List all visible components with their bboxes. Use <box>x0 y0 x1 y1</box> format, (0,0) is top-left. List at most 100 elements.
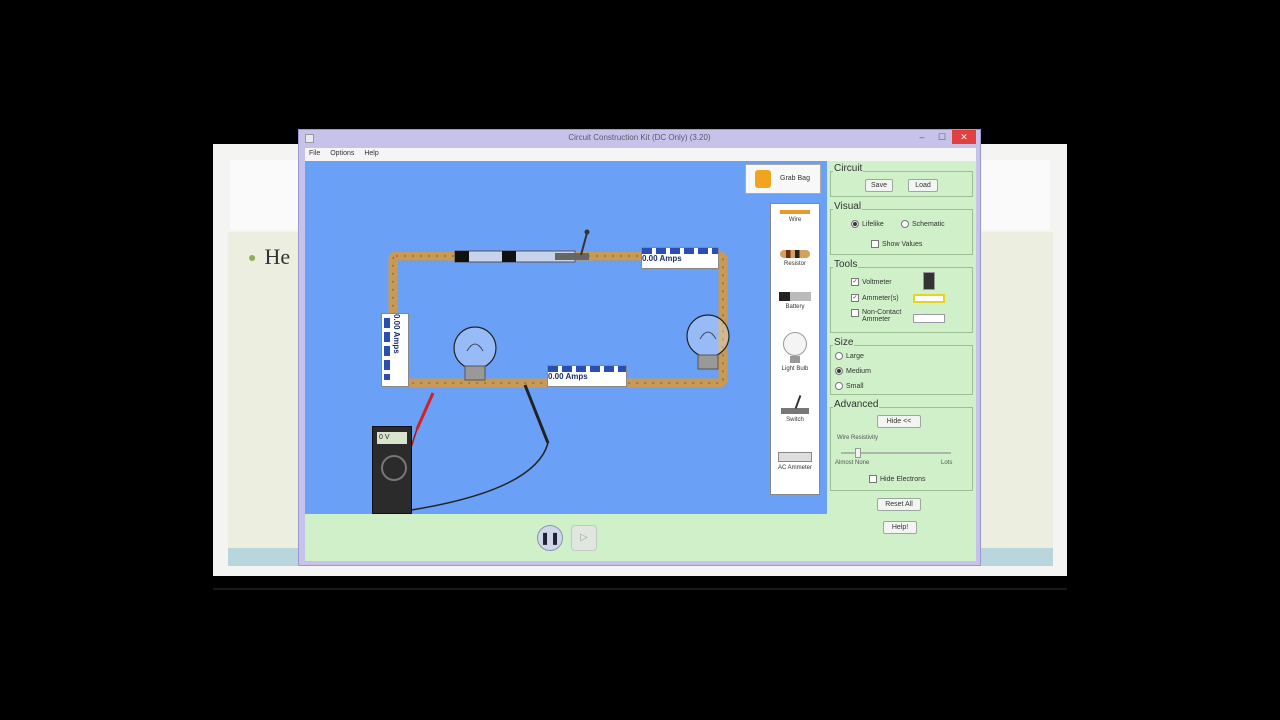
hide-advanced-button[interactable]: Hide << <box>877 415 921 428</box>
circuit-canvas[interactable]: 0.00 Amps 0.00 Amps 0.00 Amps 0 V Grab B… <box>305 161 827 514</box>
checkbox-icon <box>871 240 879 248</box>
radio-icon <box>835 382 843 390</box>
menu-options[interactable]: Options <box>326 148 358 159</box>
wire-icon <box>780 210 810 214</box>
slider-max-label: Lots <box>941 460 953 466</box>
playback-panel: ❚❚ ▷ <box>305 514 827 561</box>
voltmeter-display: 0 V <box>377 432 407 444</box>
toolbox-battery[interactable]: Battery <box>771 292 819 310</box>
ammeter-top[interactable]: 0.00 Amps <box>641 247 719 269</box>
voltmeter-checkbox[interactable]: ✓ Voltmeter <box>851 278 892 286</box>
radio-selected-icon <box>851 220 859 228</box>
ac-ammeter-icon <box>778 452 812 462</box>
advanced-section: Advanced Hide << Wire Resistivity Almost… <box>830 399 973 491</box>
checkbox-checked-icon: ✓ <box>851 294 859 302</box>
checkbox-icon <box>869 475 877 483</box>
show-values-checkbox[interactable]: Show Values <box>871 240 922 248</box>
size-section-title: Size <box>833 337 855 348</box>
menu-bar: File Options Help <box>305 148 976 161</box>
schematic-label: Schematic <box>912 220 945 228</box>
lifelike-label: Lifelike <box>862 220 884 228</box>
non-contact-ammeter-icon <box>913 314 945 323</box>
lifelike-radio[interactable]: Lifelike <box>851 220 884 228</box>
wire-loop[interactable] <box>388 251 728 388</box>
toolbox-switch-label: Switch <box>786 417 804 423</box>
ammeter-left[interactable]: 0.00 Amps <box>381 313 409 387</box>
save-button[interactable]: Save <box>865 179 893 192</box>
size-small-label: Small <box>846 382 864 390</box>
voltmeter-dial <box>381 455 407 481</box>
tools-section: Tools ✓ Voltmeter ✓ Ammeter(s) Non-Contact… <box>830 259 973 333</box>
size-medium-label: Medium <box>846 367 871 375</box>
voltmeter-label: Voltmeter <box>862 278 892 286</box>
toolbox-light-bulb-label: Light Bulb <box>781 366 809 372</box>
size-large-radio[interactable]: Large <box>835 352 864 360</box>
slider-min-label: Almost None <box>835 460 870 466</box>
pause-button[interactable]: ❚❚ <box>537 525 563 551</box>
component-toolbox: Wire Resistor Battery Light Bulb Switch … <box>770 203 820 495</box>
window-title: Circuit Construction Kit (DC Only) (3.20… <box>568 133 711 142</box>
divider <box>213 588 1067 590</box>
bullet-dot-icon: ● <box>248 250 257 266</box>
menu-help[interactable]: Help <box>360 148 382 159</box>
step-button[interactable]: ▷ <box>571 525 597 551</box>
resistor-icon <box>780 250 810 258</box>
size-section: Size Large Medium Small <box>830 337 973 395</box>
radio-icon <box>835 352 843 360</box>
size-large-label: Large <box>846 352 864 360</box>
reset-all-button[interactable]: Reset All <box>877 498 921 511</box>
menu-file[interactable]: File <box>305 148 324 159</box>
non-contact-ammeter-label: Non-Contact Ammeter <box>862 309 902 323</box>
ammeter-bottom[interactable]: 0.00 Amps <box>547 365 627 387</box>
toolbox-battery-label: Battery <box>785 304 805 310</box>
toolbox-resistor-label: Resistor <box>783 261 806 267</box>
toolbox-wire[interactable]: Wire <box>771 210 819 223</box>
toolbox-light-bulb[interactable]: Light Bulb <box>771 332 819 372</box>
ammeter-top-reading: 0.00 Amps <box>642 254 682 263</box>
slide-bullet-text: He <box>264 244 291 269</box>
light-bulb-left[interactable] <box>453 326 497 381</box>
voltmeter-probes[interactable] <box>390 384 550 514</box>
close-button[interactable]: ✕ <box>952 130 976 144</box>
toolbox-ac-ammeter[interactable]: AC Ammeter <box>771 452 819 471</box>
ammeter-checkbox[interactable]: ✓ Ammeter(s) <box>851 294 899 302</box>
size-small-radio[interactable]: Small <box>835 382 864 390</box>
hide-electrons-checkbox[interactable]: Hide Electrons <box>869 475 926 483</box>
circuit-section: Circuit Save Load <box>830 163 973 197</box>
wire-resistivity-slider[interactable] <box>841 448 951 458</box>
voltmeter-icon <box>923 272 935 290</box>
battery-icon <box>779 292 811 301</box>
non-contact-ammeter-checkbox[interactable]: Non-Contact Ammeter <box>851 309 912 323</box>
schematic-radio[interactable]: Schematic <box>901 220 945 228</box>
visual-section: Visual Lifelike Schematic Show Values <box>830 201 973 255</box>
radio-selected-icon <box>835 367 843 375</box>
grab-bag-button[interactable]: Grab Bag <box>745 164 821 194</box>
slider-thumb[interactable] <box>855 448 861 458</box>
wire-resistivity-label: Wire Resistivity <box>837 435 879 441</box>
maximize-button[interactable]: ☐ <box>932 130 952 144</box>
visual-section-title: Visual <box>833 201 863 212</box>
title-bar[interactable]: Circuit Construction Kit (DC Only) (3.20… <box>299 130 980 148</box>
switch-icon <box>781 395 809 414</box>
bag-icon <box>755 170 771 188</box>
checkbox-checked-icon: ✓ <box>851 278 859 286</box>
slide-bullet: ● He <box>248 244 290 270</box>
switch[interactable] <box>555 229 590 261</box>
checkbox-icon <box>851 309 859 317</box>
minimize-button[interactable]: – <box>912 130 932 144</box>
ammeter-left-reading: 0.00 Amps <box>392 314 401 354</box>
help-button[interactable]: Help! <box>883 521 917 534</box>
toolbox-resistor[interactable]: Resistor <box>771 250 819 267</box>
circuit-section-title: Circuit <box>833 163 864 174</box>
advanced-section-title: Advanced <box>833 399 880 410</box>
size-medium-radio[interactable]: Medium <box>835 367 871 375</box>
ammeter-icon <box>913 294 945 303</box>
toolbox-switch[interactable]: Switch <box>771 395 819 423</box>
ammeter-label: Ammeter(s) <box>862 294 899 302</box>
show-values-label: Show Values <box>882 240 923 248</box>
bulb-base-icon <box>790 356 800 363</box>
load-button[interactable]: Load <box>908 179 938 192</box>
voltmeter[interactable]: 0 V <box>372 426 412 514</box>
radio-icon <box>901 220 909 228</box>
toolbox-wire-label: Wire <box>788 217 802 223</box>
